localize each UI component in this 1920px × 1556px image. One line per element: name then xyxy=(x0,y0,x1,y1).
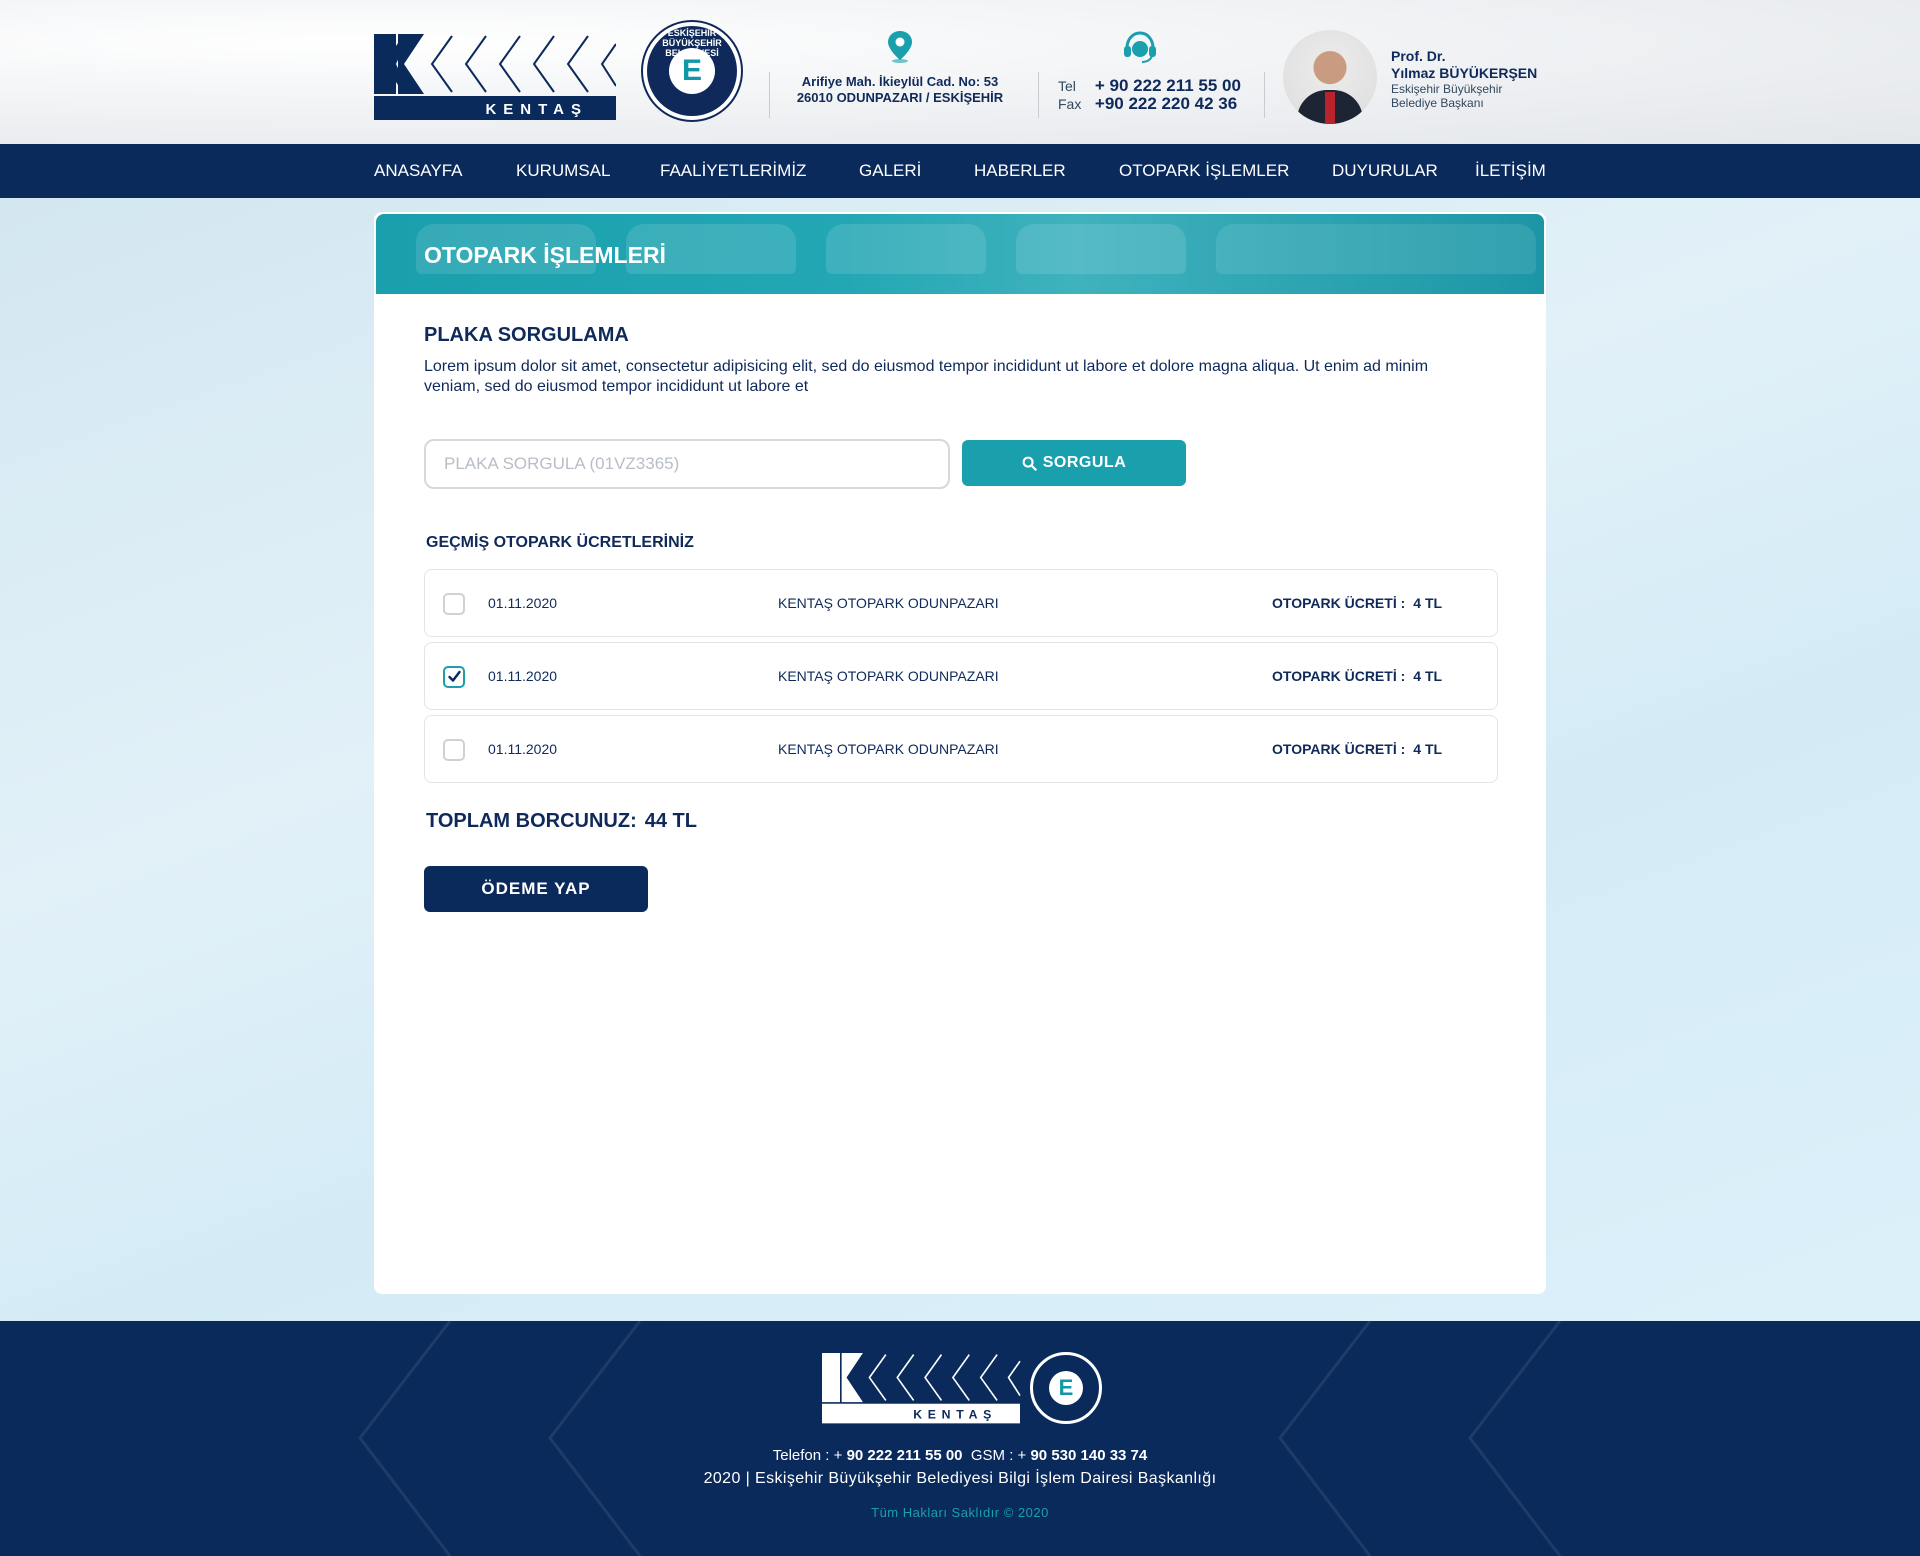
footer-phone-value[interactable]: 90 222 211 55 00 xyxy=(847,1447,963,1464)
fee-record-row: 01.11.2020 KENTAŞ OTOPARK ODUNPAZARI OTO… xyxy=(424,715,1498,783)
nav-item-anasayfa[interactable]: ANASAYFA xyxy=(374,144,463,198)
record-fee-value: 4 TL xyxy=(1413,595,1443,611)
plate-search-input[interactable] xyxy=(424,439,950,489)
header-divider xyxy=(1264,72,1265,118)
mayor-info: Prof. Dr. Yılmaz BÜYÜKERŞEN Eskişehir Bü… xyxy=(1391,48,1537,110)
emblem-mark-icon: E xyxy=(669,48,715,94)
page-banner: OTOPARK İŞLEMLERİ xyxy=(376,214,1544,294)
total-debt-value: 44 TL xyxy=(644,810,697,832)
past-fees-title: GEÇMİŞ OTOPARK ÜCRETLERİNİZ xyxy=(426,534,694,551)
section-title: PLAKA SORGULAMA xyxy=(424,324,629,346)
record-checkbox[interactable] xyxy=(443,593,465,615)
record-fee: OTOPARK ÜCRETİ : 4 TL xyxy=(1272,741,1442,757)
nav-item-duyurular[interactable]: DUYURULAR xyxy=(1332,144,1438,198)
headset-icon xyxy=(1124,31,1156,63)
record-date: 01.11.2020 xyxy=(488,595,558,611)
footer-gsm-label: GSM : + xyxy=(970,1447,1027,1464)
banner-car-shape xyxy=(1016,224,1186,274)
fee-record-row: 01.11.2020 KENTAŞ OTOPARK ODUNPAZARI OTO… xyxy=(424,642,1498,710)
nav-item-faaliyetlerimiz[interactable]: FAALİYETLERİMİZ xyxy=(660,144,806,198)
address-block: Arifiye Mah. İkieylül Cad. No: 53 26010 … xyxy=(770,30,1030,106)
footer-deco-chevron xyxy=(358,1321,642,1556)
footer-kentas-logo[interactable]: KENTAŞ xyxy=(819,1353,1023,1425)
record-fee-value: 4 TL xyxy=(1413,668,1443,684)
footer-gsm-value[interactable]: 90 530 140 33 74 xyxy=(1030,1447,1147,1464)
checkmark-icon xyxy=(448,670,461,682)
tel-number[interactable]: + 90 222 211 55 00 xyxy=(1095,76,1241,95)
tel-row: Tel + 90 222 211 55 00 xyxy=(1058,76,1241,96)
record-location: KENTAŞ OTOPARK ODUNPAZARI xyxy=(778,595,999,611)
main-content-card: OTOPARK İŞLEMLERİ PLAKA SORGULAMA Lorem … xyxy=(374,212,1546,1294)
kentas-logo[interactable]: KENTAŞ xyxy=(374,34,616,122)
banner-plate-shape xyxy=(1216,224,1536,274)
total-debt: TOPLAM BORCUNUZ: 44 TL xyxy=(426,810,697,833)
fax-number: +90 222 220 42 36 xyxy=(1094,94,1238,113)
record-fee: OTOPARK ÜCRETİ : 4 TL xyxy=(1272,668,1442,684)
banner-car-shape xyxy=(826,224,986,274)
footer-municipality-emblem[interactable]: E xyxy=(1030,1352,1102,1424)
record-date: 01.11.2020 xyxy=(488,741,558,757)
nav-item-otopark-islemler[interactable]: OTOPARK İŞLEMLER xyxy=(1119,144,1289,198)
mayor-name: Yılmaz BÜYÜKERŞEN xyxy=(1391,65,1538,81)
search-button[interactable]: SORGULA xyxy=(962,440,1186,486)
nav-item-galeri[interactable]: GALERİ xyxy=(859,144,921,198)
record-fee-label: OTOPARK ÜCRETİ : xyxy=(1272,668,1406,684)
site-header: KENTAŞ ESKİŞEHİR BÜYÜKŞEHİR BELEDİYESİ E… xyxy=(0,0,1920,144)
record-fee-label: OTOPARK ÜCRETİ : xyxy=(1272,595,1406,611)
footer-deco-chevron xyxy=(1278,1321,1562,1556)
footer-logo-text: KENTAŞ xyxy=(913,1407,997,1421)
mayor-role-line-1: Eskişehir Büyükşehir xyxy=(1391,82,1503,96)
municipality-emblem[interactable]: ESKİŞEHİR BÜYÜKŞEHİR BELEDİYESİ E xyxy=(643,22,741,120)
mayor-tie xyxy=(1325,92,1335,124)
tel-label: Tel xyxy=(1058,78,1076,94)
footer-org-line: 2020 | Eskişehir Büyükşehir Belediyesi B… xyxy=(703,1470,1217,1487)
record-fee-label: OTOPARK ÜCRETİ : xyxy=(1272,741,1406,757)
nav-item-kurumsal[interactable]: KURUMSAL xyxy=(516,144,610,198)
emblem-mark-icon: E xyxy=(1049,1371,1083,1405)
footer-copyright: Tüm Hakları Saklıdır © 2020 xyxy=(871,1505,1049,1520)
fee-record-row: 01.11.2020 KENTAŞ OTOPARK ODUNPAZARI OTO… xyxy=(424,569,1498,637)
record-fee: OTOPARK ÜCRETİ : 4 TL xyxy=(1272,595,1442,611)
pay-button[interactable]: ÖDEME YAP xyxy=(424,866,648,912)
address-line-2: 26010 ODUNPAZARI / ESKİŞEHİR xyxy=(796,90,1004,105)
mayor-avatar xyxy=(1283,30,1377,124)
section-description: Lorem ipsum dolor sit amet, consectetur … xyxy=(424,358,1429,395)
footer-contact-line: Telefon : + 90 222 211 55 00 GSM : + 90 … xyxy=(0,1447,1920,1464)
location-pin-icon xyxy=(888,31,912,63)
header-divider xyxy=(1038,72,1039,118)
search-button-label: SORGULA xyxy=(1042,454,1127,471)
search-icon xyxy=(1022,456,1037,471)
record-checkbox-checked[interactable] xyxy=(443,666,465,688)
logo-text: KENTAŞ xyxy=(485,101,588,118)
nav-item-iletisim[interactable]: İLETİŞİM xyxy=(1475,144,1546,198)
address-line-1: Arifiye Mah. İkieylül Cad. No: 53 xyxy=(801,74,999,89)
fax-label: Fax xyxy=(1058,96,1082,112)
header-divider xyxy=(769,72,770,118)
footer-phone-label: Telefon : + xyxy=(772,1447,843,1464)
site-footer: KENTAŞ E Telefon : + 90 222 211 55 00 GS… xyxy=(0,1321,1920,1556)
record-checkbox[interactable] xyxy=(443,739,465,761)
record-location: KENTAŞ OTOPARK ODUNPAZARI xyxy=(778,668,999,684)
main-nav: ANASAYFA KURUMSAL FAALİYETLERİMİZ GALERİ… xyxy=(0,144,1920,198)
record-fee-value: 4 TL xyxy=(1413,741,1443,757)
record-date: 01.11.2020 xyxy=(488,668,558,684)
nav-item-haberler[interactable]: HABERLER xyxy=(974,144,1066,198)
page-title: OTOPARK İŞLEMLERİ xyxy=(424,242,666,268)
mayor-title: Prof. Dr. xyxy=(1391,48,1446,64)
total-debt-label: TOPLAM BORCUNUZ: xyxy=(426,810,637,832)
mayor-role-line-2: Belediye Başkanı xyxy=(1391,96,1484,110)
record-location: KENTAŞ OTOPARK ODUNPAZARI xyxy=(778,741,999,757)
fax-row: Fax +90 222 220 42 36 xyxy=(1058,94,1237,114)
